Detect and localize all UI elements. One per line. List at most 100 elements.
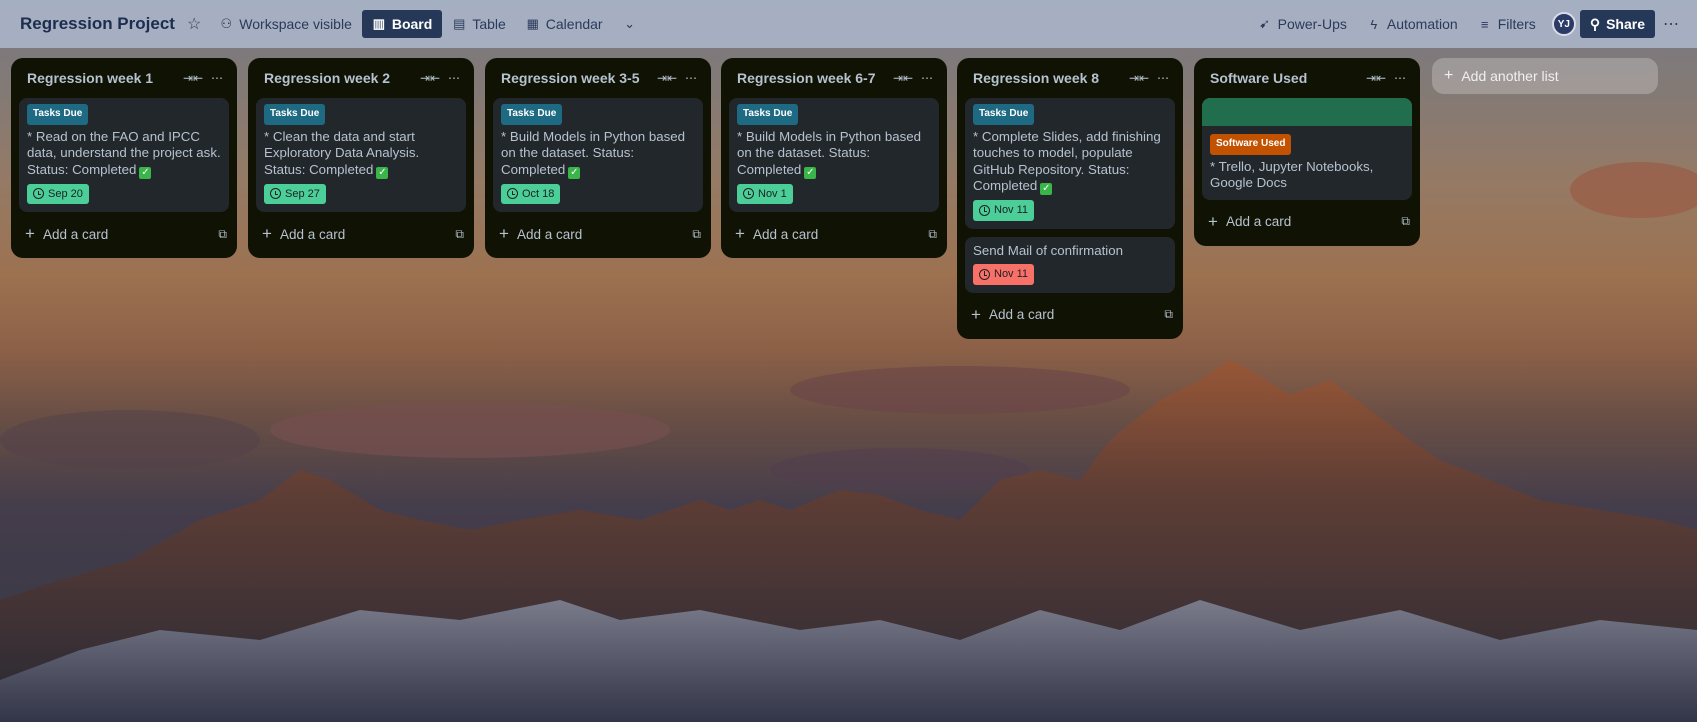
card[interactable]: Tasks Due * Read on the FAO and IPCC dat…	[19, 98, 229, 212]
visibility-button[interactable]: ⚇ Workspace visible	[209, 10, 362, 38]
due-date-badge[interactable]: Sep 27	[264, 183, 326, 204]
list-title[interactable]: Regression week 6-7	[737, 70, 891, 86]
card-label: Tasks Due	[973, 104, 1035, 125]
avatar[interactable]: YJ	[1551, 12, 1576, 36]
card-title: * Complete Slides, add finishing touches…	[973, 128, 1161, 194]
list-title[interactable]: Regression week 2	[264, 70, 418, 86]
template-icon[interactable]: ⧉	[1164, 307, 1173, 322]
add-card-button[interactable]: + Add a card ⧉	[248, 218, 474, 250]
clock-icon	[743, 188, 754, 200]
tab-board[interactable]: ▥ Board	[361, 10, 443, 38]
due-date-badge[interactable]: Nov 1	[737, 183, 793, 204]
filters-button[interactable]: ≡ Filters	[1468, 10, 1546, 38]
list-software-used: Software Used ⇥⇤ ⋯ Software Used * Trell…	[1194, 58, 1420, 246]
views-dropdown-button[interactable]: ⌄	[613, 10, 647, 38]
card[interactable]: Tasks Due * Clean the data and start Exp…	[256, 98, 466, 212]
add-card-button[interactable]: + Add a card ⧉	[485, 218, 711, 250]
tab-table-label: Table	[472, 16, 506, 32]
list-menu-icon[interactable]: ⋯	[205, 71, 229, 85]
card-title: * Build Models in Python based on the da…	[501, 128, 686, 177]
list-title[interactable]: Software Used	[1210, 70, 1364, 86]
due-date-badge-overdue[interactable]: Nov 11	[973, 264, 1035, 285]
list-header: Regression week 8 ⇥⇤ ⋯	[957, 58, 1183, 98]
card-label: Tasks Due	[501, 104, 563, 125]
list-menu-icon[interactable]: ⋯	[1388, 71, 1412, 85]
clock-icon	[979, 204, 990, 216]
power-ups-label: Power-Ups	[1277, 16, 1347, 32]
add-card-label: Add a card	[752, 226, 819, 242]
add-card-button[interactable]: + Add a card ⧉	[11, 218, 237, 250]
add-list-label: Add another list	[1461, 68, 1559, 84]
filters-label: Filters	[1497, 16, 1536, 32]
due-date: Sep 20	[48, 187, 83, 200]
card[interactable]: Send Mail of confirmation Nov 11	[965, 236, 1175, 293]
list-regression-week-8: Regression week 8 ⇥⇤ ⋯ Tasks Due * Compl…	[957, 58, 1183, 339]
table-icon: ▤	[453, 16, 466, 31]
card-cover	[1202, 98, 1412, 126]
due-date: Nov 11	[994, 204, 1029, 216]
add-list-button[interactable]: + Add another list	[1432, 58, 1658, 94]
board-title[interactable]: Regression Project	[20, 14, 175, 34]
plus-icon: +	[499, 224, 509, 243]
power-ups-button[interactable]: ➹ Power-Ups	[1248, 10, 1357, 38]
collapse-icon[interactable]: ⇥⇤	[418, 71, 442, 85]
collapse-icon[interactable]: ⇥⇤	[1364, 71, 1388, 85]
list-title[interactable]: Regression week 1	[27, 70, 181, 86]
list-header: Software Used ⇥⇤ ⋯	[1194, 58, 1420, 98]
plus-icon: +	[735, 224, 745, 243]
collapse-icon[interactable]: ⇥⇤	[181, 71, 205, 85]
calendar-icon: ▦	[526, 16, 539, 31]
list-menu-icon[interactable]: ⋯	[442, 71, 466, 85]
people-icon: ⚇	[220, 16, 233, 31]
collapse-icon[interactable]: ⇥⇤	[655, 71, 679, 85]
list-menu-icon[interactable]: ⋯	[1151, 71, 1175, 85]
share-button[interactable]: ⚲ Share	[1579, 10, 1655, 38]
star-icon[interactable]: ☆	[187, 14, 201, 34]
template-icon[interactable]: ⧉	[1401, 214, 1410, 229]
check-mark-icon: ✓	[1040, 183, 1053, 195]
more-icon[interactable]: ⋯	[1655, 14, 1687, 34]
add-card-button[interactable]: + Add a card ⧉	[957, 299, 1183, 331]
template-icon[interactable]: ⧉	[455, 227, 464, 242]
due-date-badge[interactable]: Nov 11	[973, 200, 1035, 221]
filter-icon: ≡	[1480, 16, 1489, 32]
due-date-badge[interactable]: Oct 18	[501, 183, 561, 204]
list-menu-icon[interactable]: ⋯	[679, 71, 703, 85]
list-regression-week-1: Regression week 1 ⇥⇤ ⋯ Tasks Due * Read …	[11, 58, 237, 258]
collapse-icon[interactable]: ⇥⇤	[891, 71, 915, 85]
add-card-button[interactable]: + Add a card ⧉	[1194, 206, 1420, 238]
add-card-button[interactable]: + Add a card ⧉	[721, 218, 947, 250]
tab-table[interactable]: ▤ Table	[442, 10, 515, 38]
collapse-icon[interactable]: ⇥⇤	[1127, 71, 1151, 85]
due-date-badge[interactable]: Sep 20	[27, 183, 89, 204]
list-menu-icon[interactable]: ⋯	[915, 71, 939, 85]
card[interactable]: Tasks Due * Build Models in Python based…	[729, 98, 939, 212]
list-header: Regression week 3-5 ⇥⇤ ⋯	[485, 58, 711, 98]
card[interactable]: Tasks Due * Complete Slides, add finishi…	[965, 98, 1175, 229]
board-header: Regression Project ☆ ⚇ Workspace visible…	[0, 0, 1697, 48]
add-card-label: Add a card	[988, 307, 1055, 322]
plus-icon: +	[262, 224, 272, 243]
template-icon[interactable]: ⧉	[218, 227, 227, 242]
check-mark-icon: ✓	[804, 166, 817, 179]
tab-calendar[interactable]: ▦ Calendar	[516, 10, 613, 38]
list-title[interactable]: Regression week 8	[973, 70, 1127, 86]
plus-icon: +	[1208, 211, 1218, 231]
template-icon[interactable]: ⧉	[692, 227, 701, 242]
card-label: Tasks Due	[27, 104, 89, 125]
chevron-down-icon: ⌄	[624, 16, 636, 31]
card[interactable]: Software Used * Trello, Jupyter Notebook…	[1202, 98, 1412, 200]
check-mark-icon: ✓	[376, 166, 389, 179]
card-label: Software Used	[1210, 134, 1292, 155]
due-date: Sep 27	[285, 187, 320, 200]
list-header: Regression week 2 ⇥⇤ ⋯	[248, 58, 474, 98]
list-title[interactable]: Regression week 3-5	[501, 70, 655, 86]
card-title: * Read on the FAO and IPCC data, underst…	[27, 128, 221, 177]
clock-icon	[507, 188, 518, 200]
template-icon[interactable]: ⧉	[928, 227, 937, 242]
list-regression-week-3-5: Regression week 3-5 ⇥⇤ ⋯ Tasks Due * Bui…	[485, 58, 711, 258]
card[interactable]: Tasks Due * Build Models in Python based…	[493, 98, 703, 212]
list-regression-week-2: Regression week 2 ⇥⇤ ⋯ Tasks Due * Clean…	[248, 58, 474, 258]
clock-icon	[270, 188, 281, 200]
automation-button[interactable]: ϟ Automation	[1357, 10, 1468, 38]
